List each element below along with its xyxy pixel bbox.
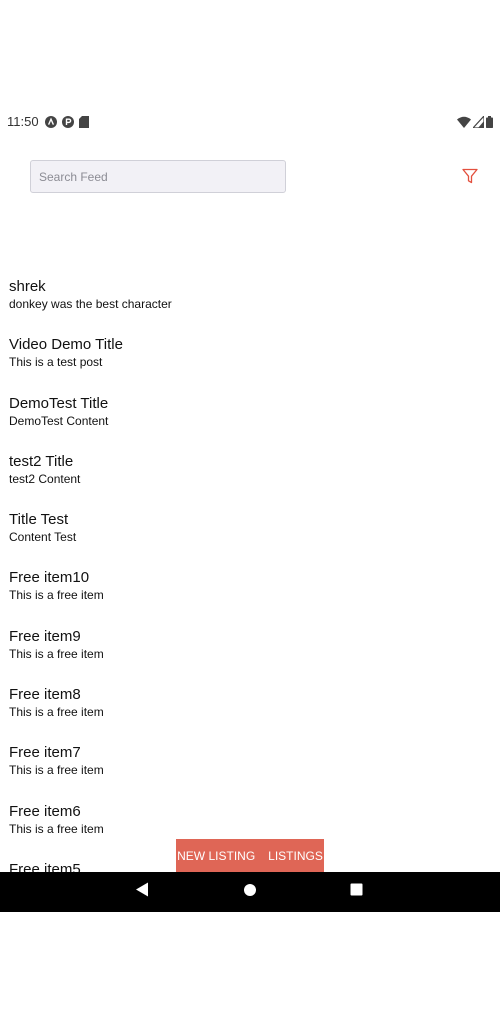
- status-bar: 11:50: [0, 112, 500, 134]
- navigation-bar: [0, 872, 500, 912]
- back-button[interactable]: [134, 882, 150, 902]
- wifi-icon: [457, 116, 471, 128]
- feed-item[interactable]: test2 Title test2 Content: [9, 453, 489, 511]
- listings-button[interactable]: LISTINGS: [268, 849, 323, 863]
- feed-item-content: This is a free item: [9, 646, 104, 661]
- feed-item-title: shrek: [9, 278, 46, 295]
- home-button[interactable]: [242, 883, 258, 902]
- back-icon: [135, 882, 149, 902]
- feed-item[interactable]: Video Demo Title This is a test post: [9, 336, 489, 394]
- feed-item-title: test2 Title: [9, 452, 74, 470]
- feed-item-title: Free item6: [9, 802, 81, 820]
- feed-item-content: test2 Content: [9, 471, 81, 486]
- search-input[interactable]: [30, 160, 286, 193]
- recents-icon: [350, 883, 363, 901]
- feed-item[interactable]: shrek donkey was the best character: [9, 278, 489, 336]
- status-time: 11:50: [7, 114, 39, 129]
- home-icon: [243, 883, 257, 902]
- feed-item-title: Free item8: [9, 686, 81, 704]
- feed-item[interactable]: Free item7 This is a free item: [9, 744, 489, 802]
- feed-item[interactable]: DemoTest Title DemoTest Content: [9, 395, 489, 453]
- status-notification-icons: [45, 116, 89, 128]
- feed-item-title: Free item9: [9, 627, 81, 645]
- battery-icon: [486, 116, 493, 128]
- sd-card-icon: [79, 116, 89, 128]
- notification-p-icon: [62, 116, 74, 128]
- filter-button[interactable]: [459, 167, 481, 189]
- recents-button[interactable]: [348, 883, 364, 901]
- status-system-icons: [457, 116, 493, 128]
- notification-a-icon: [45, 116, 57, 128]
- bottom-tab-bar: NEW LISTING LISTINGS: [176, 839, 324, 873]
- filter-icon: [462, 168, 478, 189]
- feed-item-content: This is a free item: [9, 821, 104, 836]
- feed-item-content: This is a free item: [9, 705, 104, 720]
- feed-item[interactable]: Free item9 This is a free item: [9, 628, 489, 686]
- signal-icon: [473, 116, 484, 128]
- feed-item[interactable]: Free item10 This is a free item: [9, 569, 489, 627]
- feed-item-content: This is a free item: [9, 763, 104, 778]
- feed-list: shrek donkey was the best character Vide…: [9, 278, 489, 919]
- feed-item-content: Content Test: [9, 530, 77, 545]
- feed-item-title: Free item7: [9, 744, 81, 762]
- feed-item[interactable]: Free item8 This is a free item: [9, 686, 489, 744]
- feed-item-title: Title Test: [9, 511, 69, 529]
- feed-item-content: donkey was the best character: [9, 297, 172, 311]
- new-listing-button[interactable]: NEW LISTING: [177, 849, 255, 863]
- feed-item-content: This is a free item: [9, 588, 104, 603]
- feed-item-title: Free item10: [9, 569, 90, 587]
- feed-item-content: DemoTest Content: [9, 413, 109, 428]
- feed-item[interactable]: Title Test Content Test: [9, 511, 489, 569]
- feed-item-content: This is a test post: [9, 355, 103, 370]
- feed-item-title: Video Demo Title: [9, 336, 123, 354]
- feed-item-title: DemoTest Title: [9, 394, 109, 412]
